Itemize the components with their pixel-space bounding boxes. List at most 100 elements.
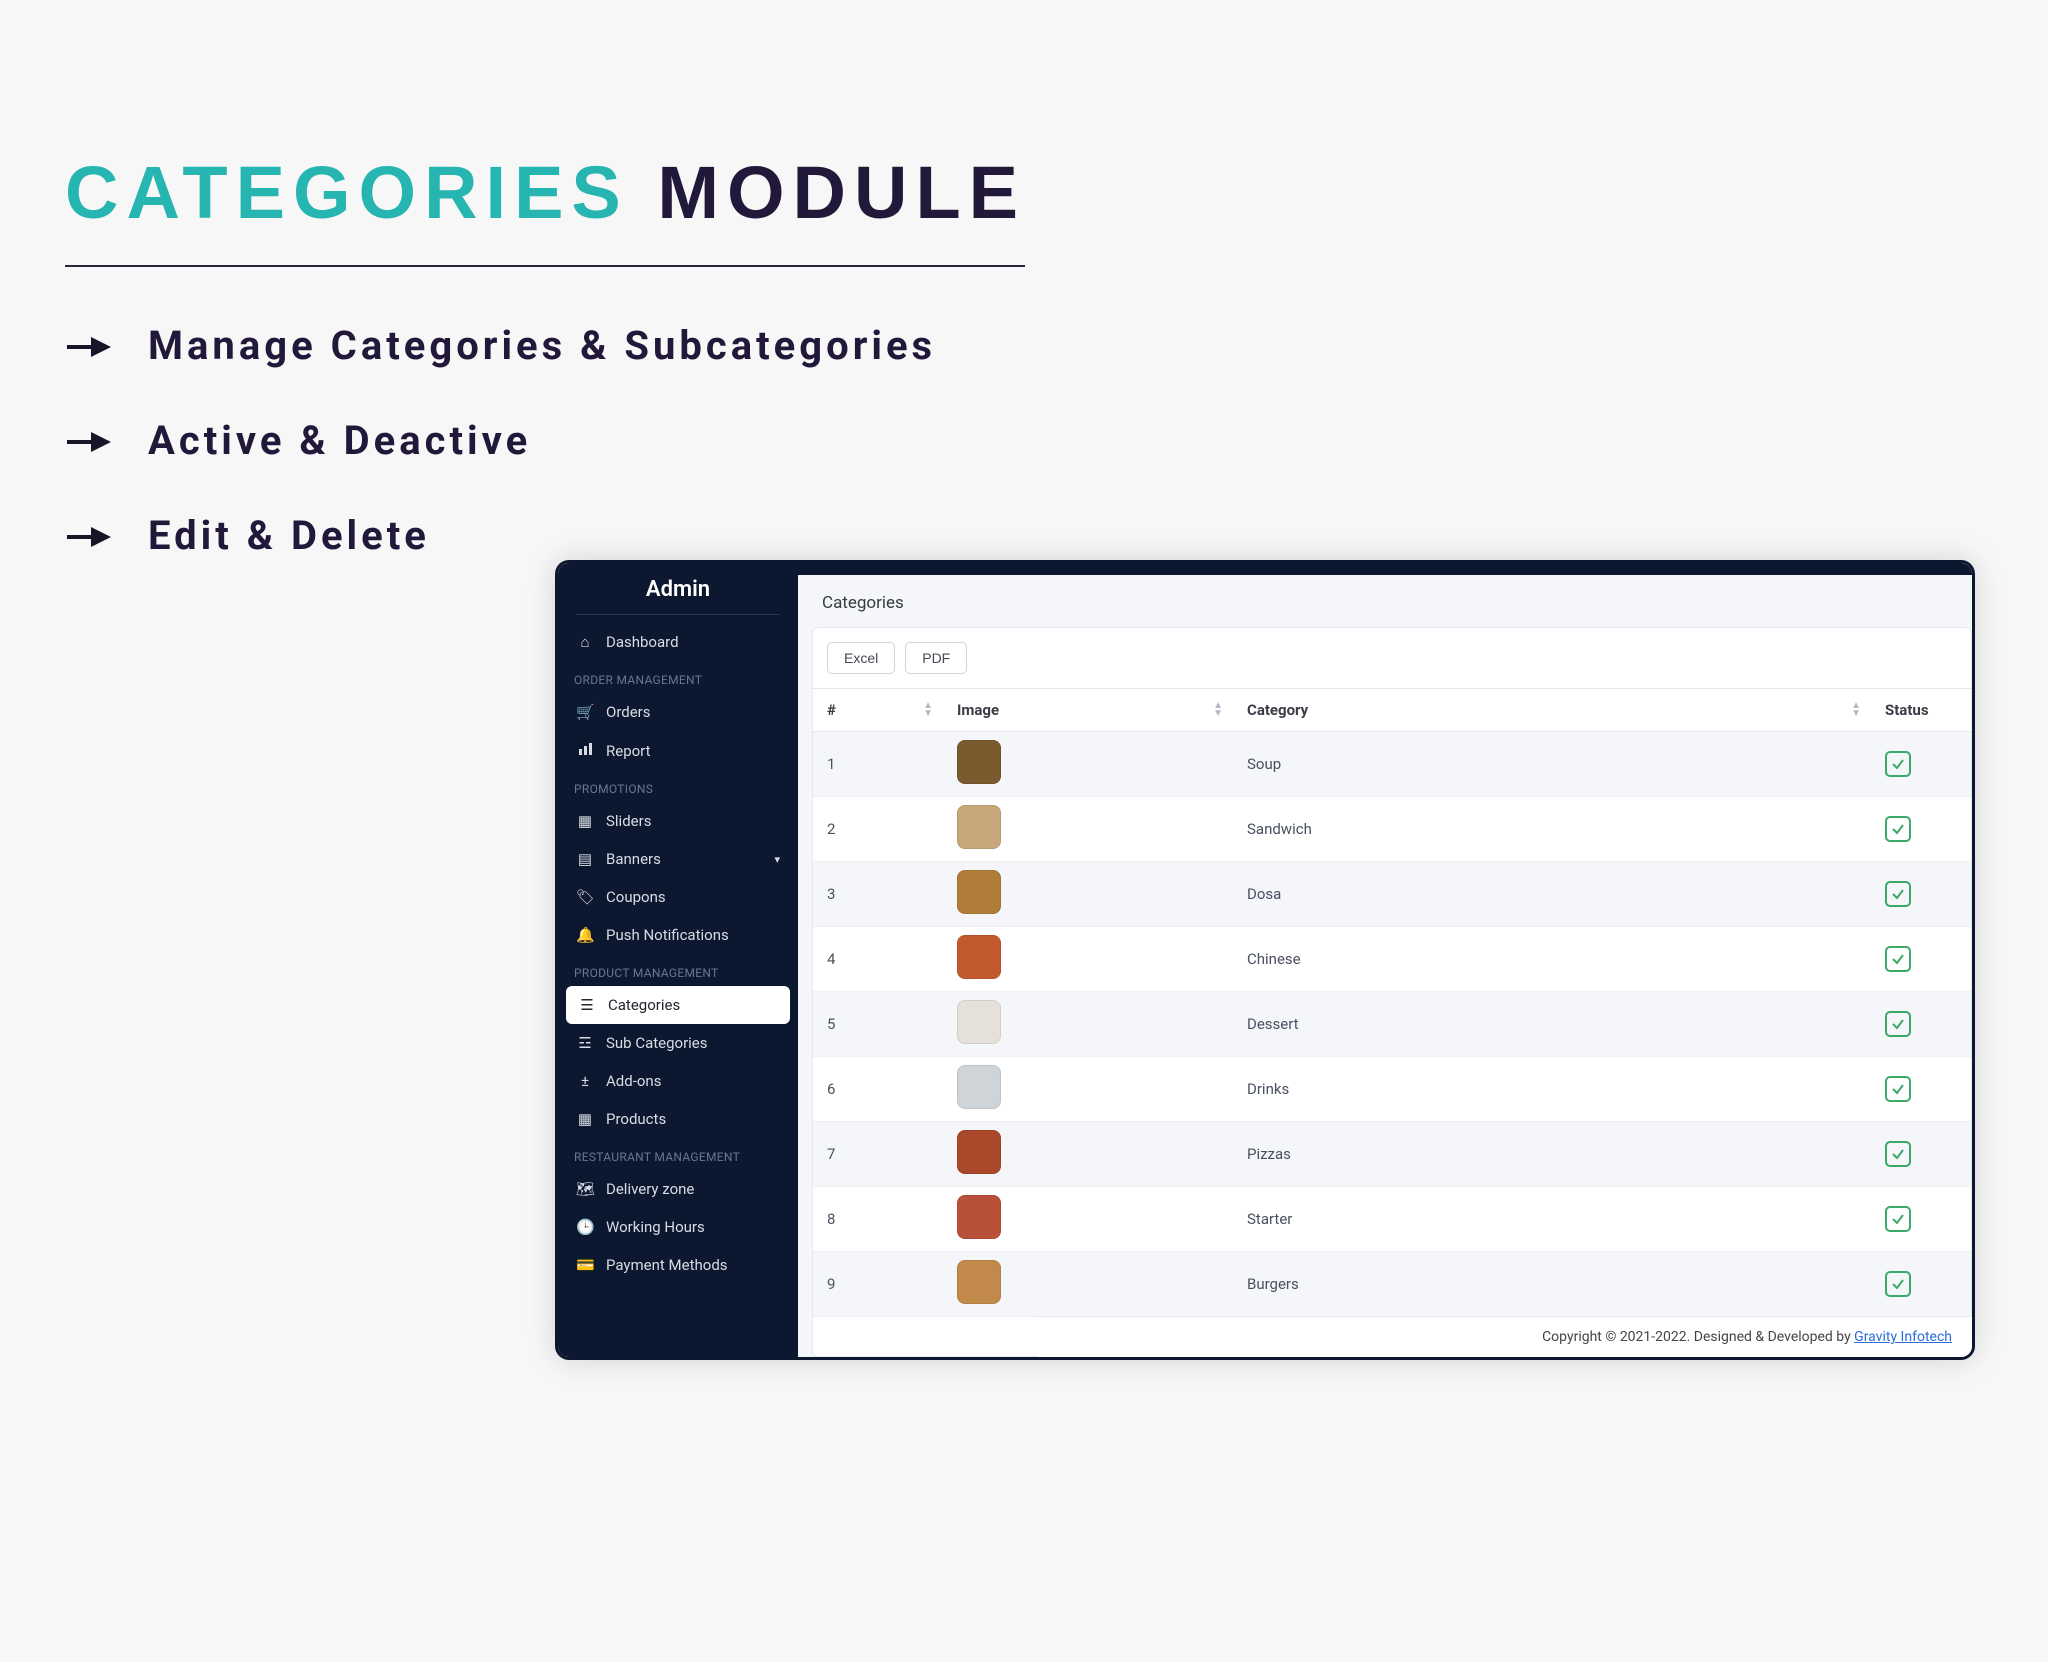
table-row: 4Chinese <box>813 927 1971 992</box>
export-excel-button[interactable]: Excel <box>827 642 895 674</box>
col-image[interactable]: Image ▲▼ <box>943 689 1233 732</box>
status-toggle[interactable] <box>1885 946 1911 972</box>
feature-item: Edit & Delete <box>65 512 1965 559</box>
table-row: 9 Burgers <box>813 1252 1971 1317</box>
cell-status <box>1871 862 1971 927</box>
footer-link[interactable]: Gravity Infotech <box>1854 1329 1952 1345</box>
sidebar-item-orders[interactable]: 🛒 Orders <box>558 693 798 731</box>
sidebar-item-products[interactable]: ▦ Products <box>558 1100 798 1138</box>
category-thumb <box>957 870 1001 914</box>
sidebar-item-addons[interactable]: ± Add-ons <box>558 1062 798 1100</box>
cell-index: 8 <box>813 1187 943 1252</box>
col-label: # <box>827 701 836 719</box>
footer: Copyright © 2021-2022. Designed & Develo… <box>1038 1316 1972 1357</box>
status-toggle[interactable] <box>1885 881 1911 907</box>
cell-image <box>943 992 1233 1057</box>
cell-status <box>1871 732 1971 797</box>
categories-card: Excel PDF # ▲▼ Image ▲▼ <box>812 627 1972 1357</box>
sidebar-item-categories[interactable]: ☰ Categories <box>566 986 790 1024</box>
list-icon: ☰ <box>578 996 596 1014</box>
cell-index: 4 <box>813 927 943 992</box>
col-category[interactable]: Category ▲▼ <box>1233 689 1871 732</box>
cell-category: Burgers <box>1233 1252 1871 1317</box>
cell-status <box>1871 992 1971 1057</box>
table-row: 7Pizzas <box>813 1122 1971 1187</box>
cell-status <box>1871 1122 1971 1187</box>
category-thumb <box>957 1260 1001 1304</box>
feature-text: Active & Deactive <box>148 417 531 464</box>
sidebar-item-label: Sliders <box>606 812 651 830</box>
table-row: 2 Sandwich <box>813 797 1971 862</box>
clock-icon: 🕒 <box>576 1218 594 1236</box>
table-row: 8 Starter <box>813 1187 1971 1252</box>
cell-index: 3 <box>813 862 943 927</box>
feature-text: Edit & Delete <box>148 512 430 559</box>
sidebar-item-payment[interactable]: 💳 Payment Methods <box>558 1246 798 1284</box>
main-area: Categories Excel PDF # ▲▼ Image ▲▼ <box>798 563 1972 1357</box>
sidebar-item-coupons[interactable]: 🏷 Coupons <box>558 878 798 916</box>
status-toggle[interactable] <box>1885 816 1911 842</box>
status-toggle[interactable] <box>1885 1076 1911 1102</box>
export-pdf-button[interactable]: PDF <box>905 642 967 674</box>
cell-image <box>943 1252 1233 1317</box>
bell-icon: 🔔 <box>576 926 594 944</box>
cell-category: Sandwich <box>1233 797 1871 862</box>
chevron-down-icon: ▾ <box>774 853 780 866</box>
card-icon: 💳 <box>576 1256 594 1274</box>
arrow-right-icon <box>65 322 113 369</box>
sidebar-item-banners[interactable]: ▤ Banners ▾ <box>558 840 798 878</box>
cell-index: 2 <box>813 797 943 862</box>
arrow-right-icon <box>65 417 113 464</box>
sidebar-item-sliders[interactable]: ▦ Sliders <box>558 802 798 840</box>
sidebar-item-report[interactable]: Report <box>558 731 798 770</box>
home-icon: ⌂ <box>576 633 594 651</box>
sidebar-item-hours[interactable]: 🕒 Working Hours <box>558 1208 798 1246</box>
arrow-right-icon <box>65 512 113 559</box>
col-index[interactable]: # ▲▼ <box>813 689 943 732</box>
cell-image <box>943 1057 1233 1122</box>
sidebar-item-label: Categories <box>608 996 680 1014</box>
sidebar-item-label: Add-ons <box>606 1072 661 1090</box>
grid-icon: ▦ <box>576 1110 594 1128</box>
sidebar-title: Admin <box>558 563 798 614</box>
cell-category: Soup <box>1233 732 1871 797</box>
category-thumb <box>957 1130 1001 1174</box>
cell-index: 9 <box>813 1252 943 1317</box>
cell-status <box>1871 1252 1971 1317</box>
sidebar-item-label: Dashboard <box>606 633 679 651</box>
sidebar-item-label: Banners <box>606 850 661 868</box>
heading-divider <box>65 265 1025 267</box>
category-thumb <box>957 805 1001 849</box>
status-toggle[interactable] <box>1885 1271 1911 1297</box>
page-heading: CATEGORIES MODULE <box>65 150 1965 235</box>
sidebar-item-subcategories[interactable]: ☲ Sub Categories <box>558 1024 798 1062</box>
map-icon: 🗺 <box>576 1180 594 1198</box>
cell-category: Starter <box>1233 1187 1871 1252</box>
sidebar-item-label: Push Notifications <box>606 926 729 944</box>
category-thumb <box>957 935 1001 979</box>
sidebar-item-dashboard[interactable]: ⌂ Dashboard <box>558 623 798 661</box>
status-toggle[interactable] <box>1885 751 1911 777</box>
sidebar-item-delivery[interactable]: 🗺 Delivery zone <box>558 1170 798 1208</box>
cell-image <box>943 927 1233 992</box>
page-title: Categories <box>798 575 1972 627</box>
cell-image <box>943 1122 1233 1187</box>
status-toggle[interactable] <box>1885 1141 1911 1167</box>
status-toggle[interactable] <box>1885 1011 1911 1037</box>
chart-icon <box>576 741 594 760</box>
cell-image <box>943 797 1233 862</box>
feature-text: Manage Categories & Subcategories <box>148 322 936 369</box>
feature-list: Manage Categories & Subcategories Active… <box>65 322 1965 559</box>
cell-index: 7 <box>813 1122 943 1187</box>
sidebar-section-promotions: PROMOTIONS <box>558 770 798 802</box>
cell-category: Dessert <box>1233 992 1871 1057</box>
admin-panel: Admin ⌂ Dashboard ORDER MANAGEMENT 🛒 Ord… <box>555 560 1975 1360</box>
status-toggle[interactable] <box>1885 1206 1911 1232</box>
sidebar-section-restaurant: RESTAURANT MANAGEMENT <box>558 1138 798 1170</box>
export-row: Excel PDF <box>813 628 1971 688</box>
sidebar-item-push[interactable]: 🔔 Push Notifications <box>558 916 798 954</box>
sidebar-item-label: Report <box>606 742 651 760</box>
cell-image <box>943 732 1233 797</box>
sidebar-item-label: Payment Methods <box>606 1256 728 1274</box>
sidebar-divider <box>576 614 780 615</box>
